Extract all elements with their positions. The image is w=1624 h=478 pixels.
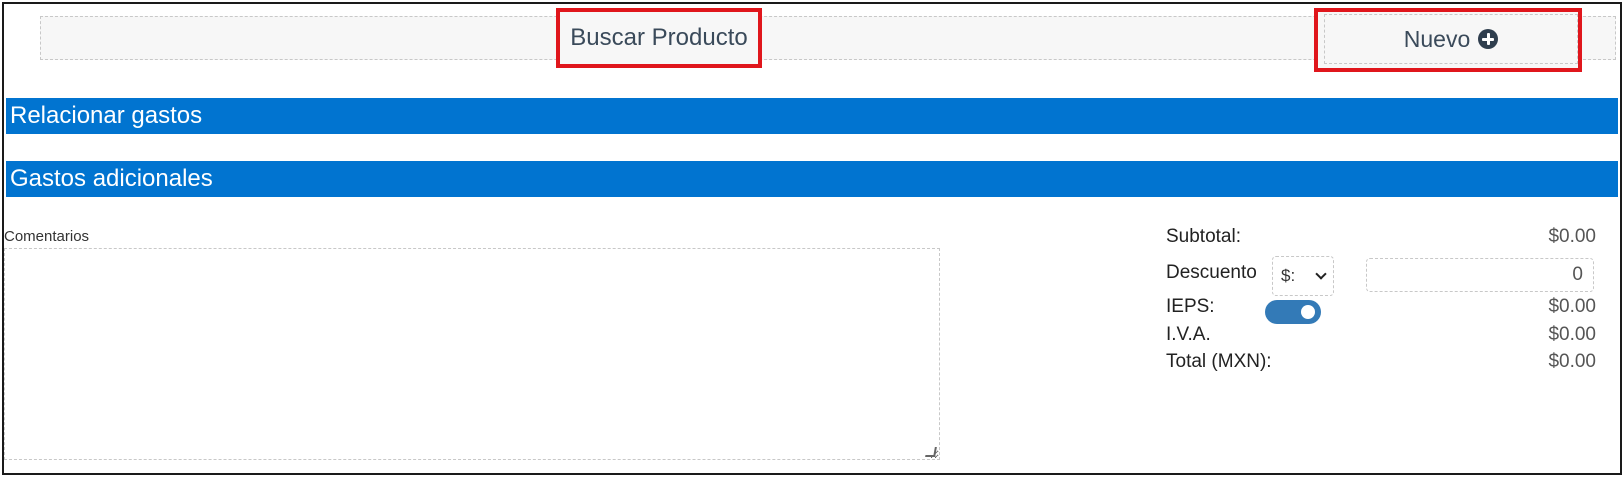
ieps-value: $0.00 [1548, 296, 1596, 317]
discount-currency-select[interactable]: $: [1272, 256, 1334, 296]
discount-currency-value: $: [1281, 266, 1296, 285]
section-additional-expenses[interactable]: Gastos adicionales [6, 161, 1618, 197]
new-button-label: Nuevo [1403, 25, 1471, 52]
resize-handle-icon[interactable] [925, 447, 937, 457]
comments-textarea[interactable] [4, 248, 940, 460]
toggle-knob [1301, 305, 1315, 319]
chevron-down-icon [1315, 268, 1327, 280]
discount-label: Descuento [1166, 262, 1257, 283]
search-product-label: Buscar Producto [570, 24, 748, 51]
section-related-expenses-title: Relacionar gastos [10, 102, 203, 129]
iva-value: $0.00 [1548, 324, 1596, 345]
comments-label: Comentarios [4, 228, 90, 245]
plus-circle-icon [1478, 29, 1499, 49]
subtotal-value: $0.00 [1548, 226, 1596, 247]
section-related-expenses[interactable]: Relacionar gastos [6, 98, 1618, 134]
new-product-button[interactable]: Nuevo [1324, 14, 1578, 64]
total-value: $0.00 [1548, 351, 1596, 372]
iva-label: I.V.A. [1166, 324, 1211, 345]
total-label: Total (MXN): [1166, 351, 1272, 372]
ieps-toggle[interactable] [1265, 300, 1321, 324]
search-product-button[interactable]: Buscar Producto [556, 8, 762, 68]
section-additional-expenses-title: Gastos adicionales [10, 165, 213, 192]
discount-input[interactable] [1366, 258, 1594, 292]
subtotal-label: Subtotal: [1166, 226, 1241, 247]
ieps-label: IEPS: [1166, 296, 1215, 317]
